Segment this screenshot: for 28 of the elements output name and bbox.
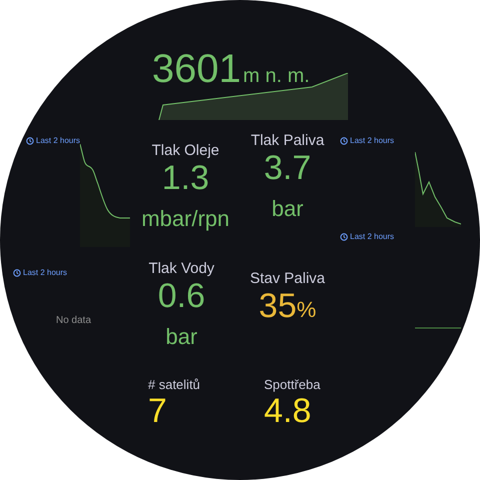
time-range-label[interactable]: Last 2 hours — [340, 137, 394, 145]
stat-title: Tlak Oleje — [152, 142, 220, 160]
clock-icon — [340, 233, 348, 241]
clock-icon — [13, 269, 21, 277]
no-data-text: No data — [56, 314, 92, 328]
stat-value: 4.8 — [264, 392, 312, 430]
time-range-label[interactable]: Last 2 hours — [340, 233, 394, 241]
stat-value: 35% — [258, 288, 316, 326]
stat-title: Tlak Paliva — [250, 132, 324, 150]
stat-unit: % — [296, 297, 316, 322]
stat-title: # satelitů — [148, 377, 200, 393]
sparkline-chart — [415, 325, 461, 331]
stat-value: 3.7 — [264, 150, 312, 188]
stat-unit: mbar/rpn — [141, 207, 230, 232]
stat-unit: bar — [166, 325, 198, 350]
time-range-label[interactable]: Last 2 hours — [13, 269, 68, 277]
time-range-label[interactable]: Last 2 hours — [26, 137, 80, 145]
stat-title: Tlak Vody — [148, 260, 214, 278]
stat-value: 7 — [148, 392, 167, 430]
stat-value: 1.3 — [162, 160, 210, 198]
stat-unit: m n. m. — [242, 64, 310, 89]
stat-value: 3601 — [152, 49, 241, 89]
stat-value: 0.6 — [158, 278, 206, 316]
stat-title: Spottřeba — [264, 377, 320, 393]
stat-title: Stav Paliva — [250, 270, 326, 288]
clock-icon — [340, 137, 348, 145]
clock-icon — [26, 137, 34, 145]
stat-unit: bar — [272, 197, 304, 222]
